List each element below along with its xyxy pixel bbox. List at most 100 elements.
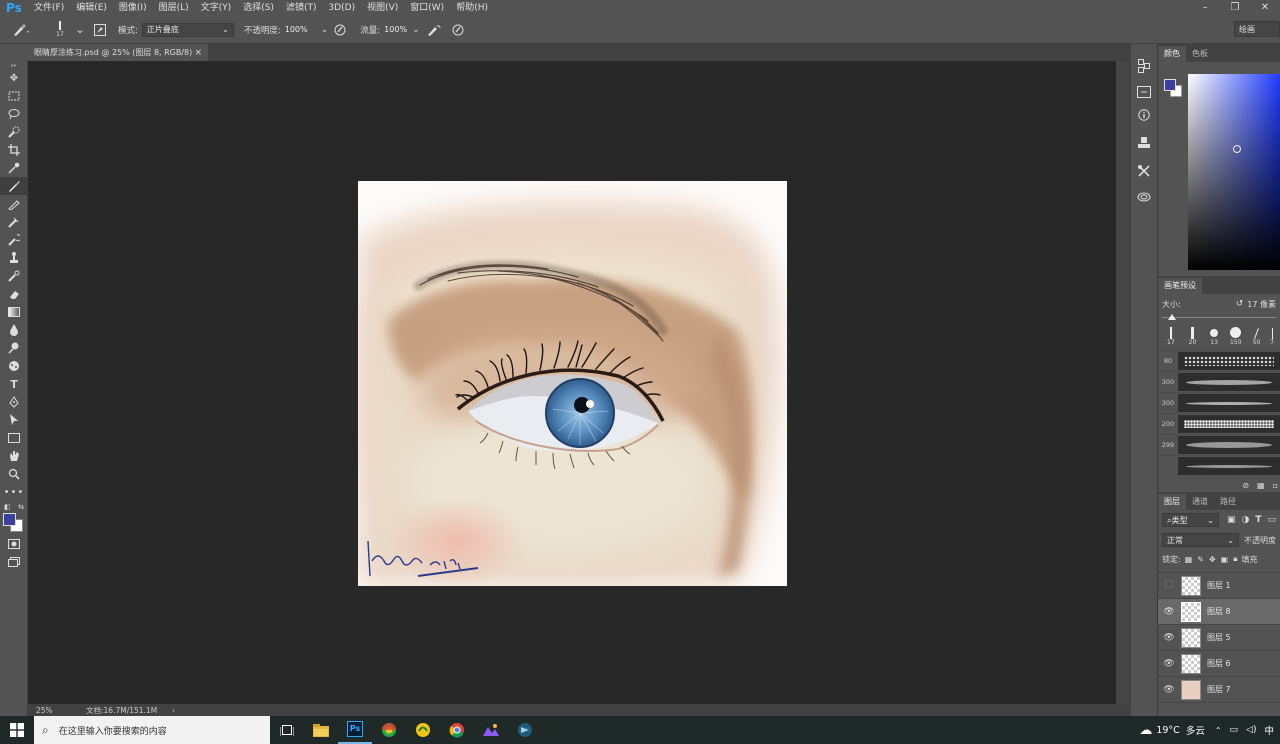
status-menu-arrow[interactable]: ›: [172, 706, 175, 715]
chrome-icon[interactable]: [440, 716, 474, 744]
brush-size-picker[interactable]: 17: [48, 21, 72, 38]
brush-tip[interactable]: 20: [1182, 327, 1204, 346]
menu-file[interactable]: 文件(F): [28, 0, 70, 16]
lock-artboard-icon[interactable]: ▣: [1221, 555, 1229, 564]
filter-shape-icon[interactable]: ▭: [1267, 515, 1276, 525]
menu-type[interactable]: 文字(Y): [195, 0, 238, 16]
crop-tool-icon[interactable]: [0, 141, 28, 159]
more-tools-icon[interactable]: •••: [0, 483, 28, 501]
brush-panel-icon[interactable]: ⊘: [1242, 481, 1249, 490]
move-tool-icon[interactable]: ✥: [0, 69, 28, 87]
flow-field[interactable]: 100%: [384, 25, 412, 34]
layer-row[interactable]: 👁︎ 图层 8: [1158, 599, 1280, 625]
blend-mode-select[interactable]: 正片叠底 ⌄: [141, 22, 234, 37]
eye-icon[interactable]: 👁︎: [1158, 659, 1180, 669]
menu-window[interactable]: 窗口(W): [404, 0, 450, 16]
menu-help[interactable]: 帮助(H): [450, 0, 494, 16]
filter-type-icon[interactable]: T: [1255, 515, 1261, 525]
tab-swatches[interactable]: 色板: [1186, 46, 1214, 62]
pressure-size-icon[interactable]: [450, 22, 466, 38]
vertical-scrollbar[interactable]: [1116, 61, 1130, 704]
default-colors-icon[interactable]: ◧: [4, 503, 11, 511]
chevron-down-icon[interactable]: ⌄: [412, 25, 420, 35]
menu-filter[interactable]: 滤镜(T): [280, 0, 323, 16]
brush-size-readout[interactable]: 17 像素: [1247, 299, 1276, 310]
layer-row[interactable]: 👁︎ 图层 7: [1158, 677, 1280, 703]
task-view-icon[interactable]: [270, 716, 304, 744]
menu-image[interactable]: 图像(I): [113, 0, 153, 16]
brush-tip[interactable]: 150: [1225, 327, 1247, 346]
opacity-field[interactable]: 100%: [285, 25, 321, 34]
color-field[interactable]: [1188, 74, 1280, 270]
brush-size-slider[interactable]: [1162, 314, 1276, 320]
weather-temperature[interactable]: 19°C: [1156, 725, 1179, 736]
lock-transparency-icon[interactable]: ▦: [1185, 555, 1193, 564]
quick-selection-tool-icon[interactable]: [0, 123, 28, 141]
layer-row[interactable]: 👁︎ 图层 6: [1158, 651, 1280, 677]
actions-panel-icon[interactable]: [1131, 82, 1157, 102]
brush-preset-row[interactable]: 200: [1158, 413, 1280, 434]
tab-paths[interactable]: 路径: [1214, 494, 1242, 510]
photoshop-logo[interactable]: Ps: [0, 1, 28, 15]
eye-icon[interactable]: 👁︎: [1158, 607, 1180, 617]
chevron-down-icon[interactable]: ⌄: [72, 22, 88, 38]
art-history-brush-icon[interactable]: [0, 267, 28, 285]
lock-pixels-icon[interactable]: ✎: [1197, 555, 1204, 564]
filter-adjustment-icon[interactable]: ◑: [1241, 515, 1249, 525]
restore-icon[interactable]: ❐: [1220, 0, 1250, 16]
minimize-icon[interactable]: –: [1190, 0, 1220, 16]
eye-icon[interactable]: 👁︎: [1158, 685, 1180, 695]
hand-tool-icon[interactable]: [0, 447, 28, 465]
brush-tip[interactable]: 50: [1247, 328, 1267, 346]
layer-row[interactable]: 图层 1: [1158, 573, 1280, 599]
rectangle-tool-icon[interactable]: [0, 429, 28, 447]
eyedropper-tool-icon[interactable]: [0, 159, 28, 177]
toolbox-grip[interactable]: ▸▸: [0, 61, 28, 69]
lock-position-icon[interactable]: ✥: [1209, 555, 1216, 564]
dodge-tool-icon[interactable]: [0, 339, 28, 357]
zoom-level[interactable]: 25%: [28, 706, 76, 715]
lasso-tool-icon[interactable]: [0, 105, 28, 123]
eraser-tool-icon[interactable]: [0, 285, 28, 303]
brush-panel-toggle-icon[interactable]: [92, 22, 108, 38]
secure-browser-icon[interactable]: [406, 716, 440, 744]
pressure-opacity-icon[interactable]: [332, 22, 348, 38]
file-explorer-icon[interactable]: [304, 716, 338, 744]
network-icon[interactable]: ▭: [1230, 725, 1239, 735]
brush-tip[interactable]: 17: [1160, 327, 1182, 346]
menu-3d[interactable]: 3D(D): [322, 0, 361, 16]
lock-all-icon[interactable]: 🔒︎: [1233, 554, 1237, 564]
layer-visibility-toggle[interactable]: [1158, 580, 1180, 591]
close-icon[interactable]: ✕: [1250, 0, 1280, 16]
pencil-tool-icon[interactable]: [0, 195, 28, 213]
reset-icon[interactable]: ↺: [1236, 299, 1244, 309]
layer-filter-select[interactable]: ⌕类型 ⌄: [1162, 513, 1219, 527]
info-panel-icon[interactable]: [1131, 105, 1157, 125]
tool-presets-panel-icon[interactable]: [1131, 161, 1157, 181]
delete-brush-icon[interactable]: ▫: [1273, 481, 1278, 490]
workspace-select[interactable]: 绘画: [1234, 21, 1280, 37]
color-panel-foreground-swatch[interactable]: [1164, 79, 1176, 91]
document-canvas[interactable]: [358, 181, 787, 586]
foreground-color-swatch[interactable]: [3, 513, 16, 526]
brush-preset-row[interactable]: [1158, 455, 1280, 476]
marquee-tool-icon[interactable]: [0, 87, 28, 105]
photo-app-icon[interactable]: [474, 716, 508, 744]
document-tab[interactable]: 眼睛厚涂练习.psd @ 25% (图层 8, RGB/8) ×: [28, 44, 208, 61]
tab-brush-presets[interactable]: 画笔预设: [1158, 278, 1202, 294]
menu-view[interactable]: 视图(V): [361, 0, 404, 16]
tab-color[interactable]: 颜色: [1158, 46, 1186, 62]
gradient-tool-icon[interactable]: [0, 303, 28, 321]
volume-icon[interactable]: ◁): [1246, 725, 1256, 735]
type-tool-icon[interactable]: T: [0, 375, 28, 393]
screen-mode-icon[interactable]: [0, 553, 28, 571]
brush-preset-row[interactable]: 300: [1158, 371, 1280, 392]
app-taskbar-icon[interactable]: [508, 716, 542, 744]
brush-tool-icon[interactable]: [0, 177, 28, 195]
menu-layer[interactable]: 图层(L): [153, 0, 195, 16]
stamp-tool-icon[interactable]: [0, 249, 28, 267]
path-selection-tool-icon[interactable]: [0, 411, 28, 429]
color-picker-cursor[interactable]: [1233, 145, 1241, 153]
menu-select[interactable]: 选择(S): [237, 0, 280, 16]
weather-cloud-icon[interactable]: ☁︎: [1139, 723, 1152, 738]
